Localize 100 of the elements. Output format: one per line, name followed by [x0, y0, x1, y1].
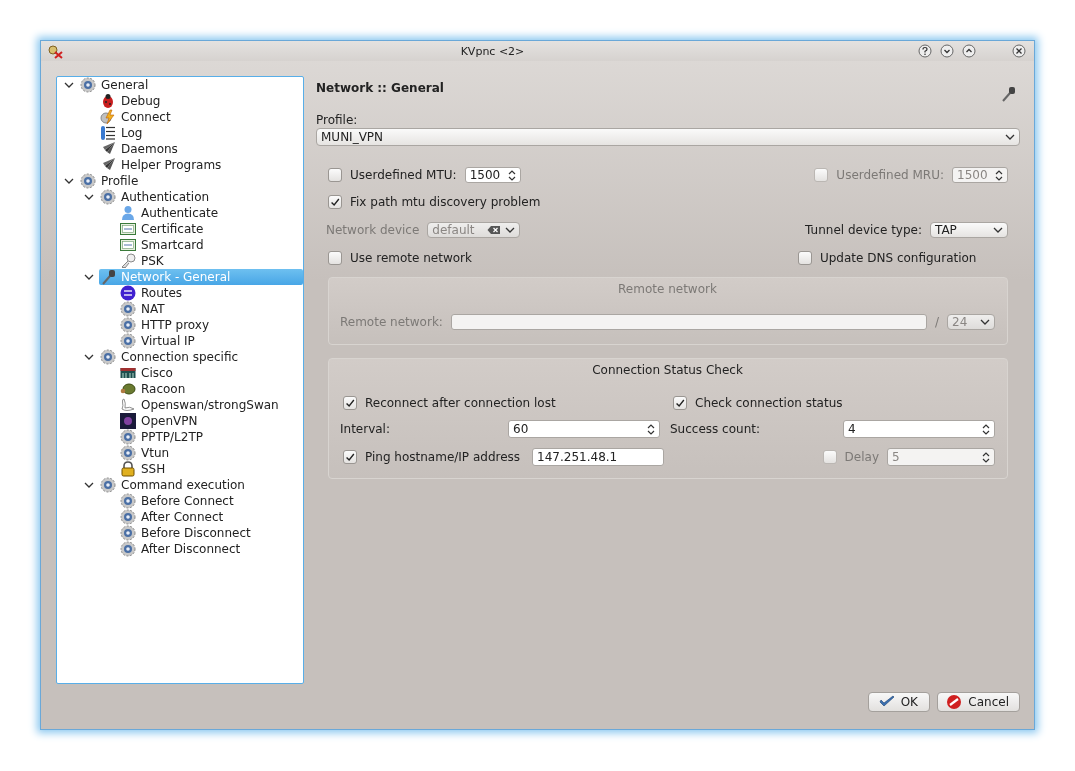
checkbox[interactable]: [822, 450, 837, 464]
checkbox-label: Userdefined MRU:: [836, 168, 944, 182]
dropdown[interactable]: MUNI_VPN: [316, 128, 1020, 146]
lightning-icon: [100, 109, 116, 125]
dropdown[interactable]: TAP: [930, 222, 1008, 238]
gear-icon: [120, 525, 136, 541]
tree-item[interactable]: Helper Programs: [99, 157, 303, 173]
close-icon[interactable]: [1012, 44, 1026, 58]
spin-box[interactable]: 60: [508, 420, 660, 438]
page-title: Network :: General: [316, 81, 444, 95]
chevron-down-icon: [993, 226, 1003, 234]
tree-item[interactable]: PPTP/L2TP: [119, 429, 303, 445]
tree-item[interactable]: Daemons: [99, 141, 303, 157]
tree-item[interactable]: Connect: [99, 109, 303, 125]
field-label: Profile:: [316, 113, 359, 128]
certificate-icon: [120, 237, 136, 253]
input-field[interactable]: 147.251.48.1: [532, 448, 665, 466]
tree-item[interactable]: After Connect: [119, 509, 303, 525]
tree-item[interactable]: Virtual IP: [119, 333, 303, 349]
gear-icon: [120, 541, 136, 557]
checkbox-label: Check connection status: [695, 396, 843, 410]
rocket-icon: [100, 157, 116, 173]
spin-box[interactable]: 4: [843, 420, 995, 438]
person-icon: [120, 205, 136, 221]
tree-item[interactable]: After Disconnect: [119, 541, 303, 557]
tree-item[interactable]: SSH: [119, 461, 303, 477]
spin-arrows-icon: [982, 422, 990, 436]
ok-button[interactable]: OK: [868, 692, 931, 712]
tree-item[interactable]: Authentication: [99, 189, 303, 205]
gear-icon: [80, 173, 96, 189]
field-label: Interval:: [340, 422, 390, 436]
tree-item[interactable]: Smartcard: [119, 237, 303, 253]
prohibited-icon: [946, 694, 963, 710]
chevron-down-icon: [1005, 133, 1015, 141]
checkbox[interactable]: [328, 251, 342, 265]
rocket-icon: [100, 141, 116, 157]
checkbox[interactable]: [343, 450, 357, 464]
checkbox[interactable]: [343, 396, 357, 410]
field-label: Remote network:: [340, 315, 443, 329]
minimize-icon[interactable]: [940, 44, 954, 58]
window-title: KVpnc <2>: [459, 44, 526, 58]
checkbox-label: Delay: [844, 450, 879, 464]
tree-item[interactable]: Authenticate: [119, 205, 303, 221]
gear-icon: [120, 333, 136, 349]
tree-item[interactable]: Command execution: [99, 477, 303, 493]
gear-icon: [100, 349, 116, 365]
checkbox[interactable]: [328, 168, 342, 182]
clear-text-icon: [487, 225, 502, 235]
tree-item[interactable]: Connection specific: [99, 349, 303, 365]
tree-item[interactable]: Openswan/strongSwan: [119, 397, 303, 413]
tree-item[interactable]: Before Disconnect: [119, 525, 303, 541]
maximize-icon[interactable]: [962, 44, 976, 58]
gear-icon: [120, 429, 136, 445]
ladybug-icon: [100, 93, 116, 109]
group-title: Connection Status Check: [591, 363, 744, 378]
gear-icon: [120, 509, 136, 525]
app-icon: [47, 43, 63, 59]
checkbox-label: Update DNS configuration: [819, 251, 977, 265]
spin-arrows-icon: [995, 168, 1003, 182]
field-label: Network device: [326, 223, 420, 237]
help-icon[interactable]: [918, 44, 932, 58]
tree-item[interactable]: Certificate: [119, 221, 303, 237]
field-label: Success count:: [670, 422, 761, 436]
tree-item[interactable]: Racoon: [119, 381, 303, 397]
tree-item[interactable]: General: [79, 77, 303, 93]
tree-item[interactable]: Routes: [119, 285, 303, 301]
checkbox-label: Userdefined MTU:: [350, 168, 457, 182]
gear-icon: [80, 77, 96, 93]
checkbox[interactable]: [797, 251, 812, 265]
checkbox[interactable]: [673, 396, 687, 410]
tree-item[interactable]: Before Connect: [119, 493, 303, 509]
tree-item[interactable]: Log: [99, 125, 303, 141]
tree-item[interactable]: PSK: [119, 253, 303, 269]
spin-arrows-icon: [982, 450, 990, 464]
chevron-down-icon: [505, 226, 516, 234]
field-label: Tunnel device type:: [805, 223, 922, 237]
cancel-button[interactable]: Cancel: [937, 692, 1020, 712]
checkbox[interactable]: [328, 195, 342, 209]
checkbox-label: Ping hostname/IP address: [365, 450, 521, 464]
list-icon: [100, 125, 116, 141]
tree-item[interactable]: Vtun: [119, 445, 303, 461]
tree-item[interactable]: OpenVPN: [119, 413, 303, 429]
padlock-icon: [120, 461, 136, 477]
separator-label: /: [934, 315, 939, 329]
gear-icon: [120, 301, 136, 317]
tree-item[interactable]: Debug: [99, 93, 303, 109]
group-title: Remote network: [617, 282, 718, 297]
chevron-down-icon: [980, 318, 990, 326]
checkbox-label: Reconnect after connection lost: [365, 396, 556, 410]
certificate-icon: [120, 221, 136, 237]
checkbox-label: Fix path mtu discovery problem: [350, 195, 541, 209]
photo-placeholder: [120, 413, 136, 429]
tree-item[interactable]: NAT: [119, 301, 303, 317]
tree-item[interactable]: Cisco: [119, 365, 303, 381]
spin-arrows-icon: [507, 168, 516, 182]
tree-item[interactable]: Profile: [79, 173, 303, 189]
spin-box[interactable]: 1500: [464, 167, 521, 183]
gear-icon: [120, 493, 136, 509]
gear-icon: [100, 477, 116, 493]
tree-item[interactable]: HTTP proxy: [119, 317, 303, 333]
